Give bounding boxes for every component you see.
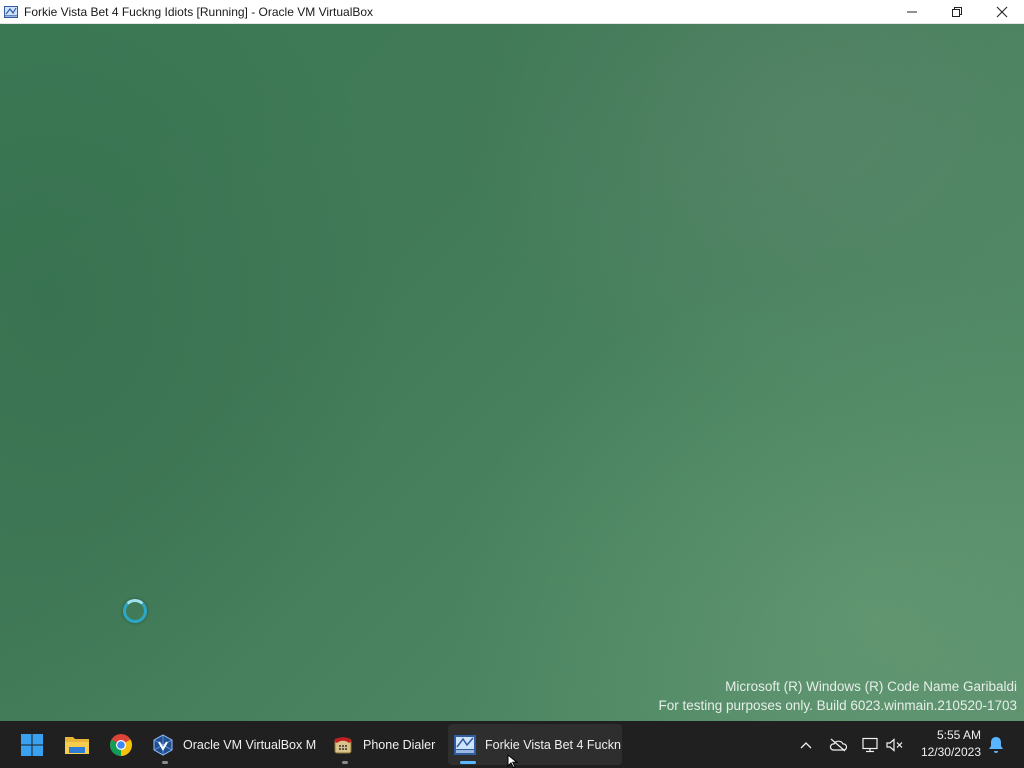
virtualbox-vm-icon	[3, 4, 19, 20]
network-button[interactable]	[859, 721, 881, 768]
window-title-bar[interactable]: Forkie Vista Bet 4 Fuckng Idiots [Runnin…	[0, 0, 1024, 24]
clock-date: 12/30/2023	[920, 745, 981, 759]
onedrive-offline-icon	[829, 738, 847, 751]
window-title: Forkie Vista Bet 4 Fuckng Idiots [Runnin…	[24, 4, 374, 19]
watermark-line-2: For testing purposes only. Build 6023.wi…	[658, 698, 1017, 713]
loading-spinner-icon	[123, 599, 147, 623]
volume-muted-icon	[886, 737, 903, 752]
running-indicator	[162, 761, 168, 764]
vm-display[interactable]: Microsoft (R) Windows (R) Code Name Gari…	[0, 24, 1024, 721]
build-watermark: Microsoft (R) Windows (R) Code Name Gari…	[659, 677, 1017, 715]
taskbar-app-label: Oracle VM VirtualBox M	[183, 737, 317, 752]
onedrive-button[interactable]	[827, 721, 849, 768]
chrome-icon	[110, 733, 132, 756]
taskbar-app-label: Phone Dialer	[363, 737, 436, 752]
virtualbox-icon	[151, 733, 175, 757]
watermark-line-1: Microsoft (R) Windows (R) Code Name Gari…	[725, 679, 1017, 694]
notification-bell-icon	[989, 736, 1003, 753]
close-icon	[996, 6, 1007, 17]
running-indicator	[342, 761, 348, 764]
maximize-button[interactable]	[934, 0, 979, 23]
taskbar-app-virtualbox-manager[interactable]: Oracle VM VirtualBox M	[146, 724, 318, 765]
active-indicator	[460, 761, 476, 764]
chevron-up-icon	[800, 741, 812, 748]
taskbar-app-phone-dialer[interactable]: Phone Dialer	[326, 724, 442, 765]
chrome-button[interactable]	[103, 721, 139, 768]
network-icon	[862, 737, 878, 752]
screen: Forkie Vista Bet 4 Fuckng Idiots [Runnin…	[0, 0, 1024, 768]
start-button[interactable]	[14, 721, 50, 768]
taskbar-app-vm-window[interactable]: Forkie Vista Bet 4 Fuckn	[448, 724, 622, 765]
taskbar-app-label: Forkie Vista Bet 4 Fuckn	[485, 737, 621, 752]
minimize-button[interactable]	[889, 0, 934, 23]
close-button[interactable]	[979, 0, 1024, 23]
file-explorer-button[interactable]	[59, 721, 95, 768]
clock-time: 5:55 AM	[936, 728, 981, 742]
clock-button[interactable]: 5:55 AM 12/30/2023	[921, 727, 981, 761]
maximize-icon	[951, 6, 962, 17]
folder-icon	[65, 736, 89, 754]
notifications-button[interactable]	[985, 721, 1007, 768]
mouse-cursor-icon	[507, 753, 519, 768]
vm-window-icon	[453, 733, 477, 757]
show-hidden-icons-button[interactable]	[796, 721, 816, 768]
volume-button[interactable]	[885, 721, 905, 768]
windows-start-icon	[21, 733, 43, 756]
minimize-icon	[906, 11, 917, 12]
phone-dialer-icon	[331, 733, 355, 757]
